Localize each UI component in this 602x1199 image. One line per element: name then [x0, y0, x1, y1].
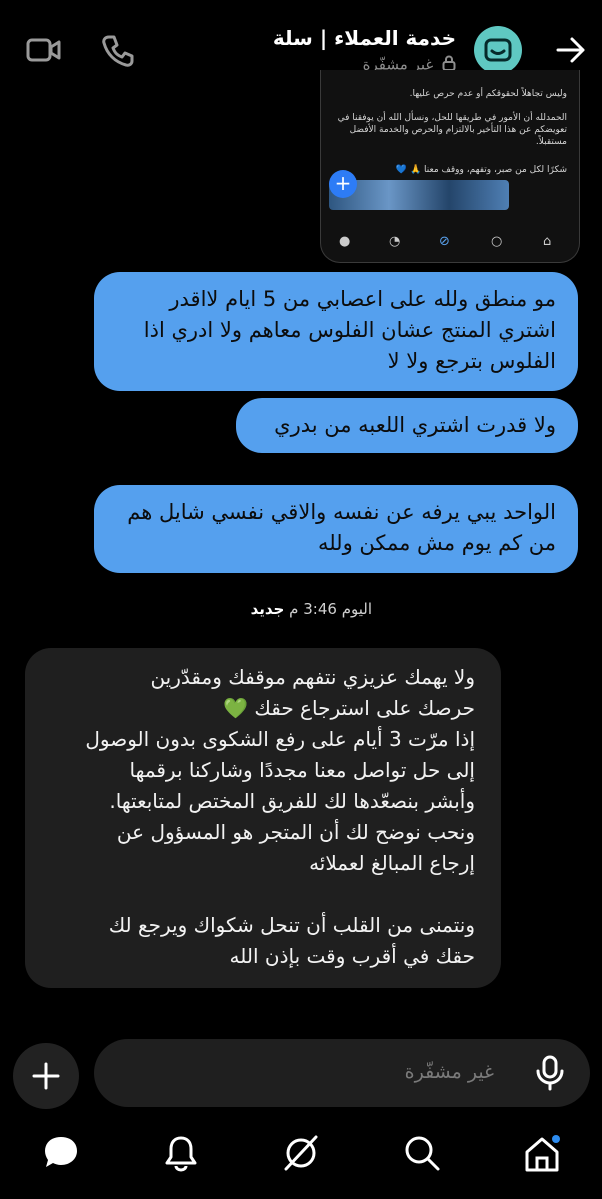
microphone-icon[interactable] — [534, 1055, 566, 1095]
timestamp-day: اليوم — [341, 600, 372, 618]
screenshot-line-1: وليس تجاهلاً لحقوقكم أو عدم حرص عليها. — [409, 89, 567, 99]
video-icon[interactable] — [26, 36, 62, 68]
search-icon[interactable] — [403, 1134, 441, 1176]
message-bubble-in[interactable]: ولا يهمك عزيزي نتفهم موقفك ومقدّرين حرصك… — [25, 648, 501, 988]
screenshot-home-icon: ⌂ — [543, 234, 552, 249]
timestamp-divider: اليوم 3:46 م جديد — [251, 600, 372, 618]
message-bubble-out[interactable]: ولا قدرت اشتري اللعبه من بدري — [236, 398, 578, 453]
home-icon[interactable] — [522, 1134, 564, 1178]
new-label: جديد — [250, 600, 285, 618]
screenshot-grok-icon: ⊘ — [439, 234, 450, 249]
screenshot-search-icon: ○ — [491, 234, 503, 249]
timestamp-time: 3:46 م — [289, 600, 337, 618]
grok-icon[interactable] — [281, 1134, 321, 1176]
chat-title: خدمة العملاء | سلة — [272, 26, 456, 50]
message-bubble-out[interactable]: الواحد يبي يرفه عن نفسه والاقي نفسي شايل… — [94, 485, 578, 573]
screenshot-chat-icon: ● — [339, 234, 351, 249]
chat-icon[interactable] — [42, 1134, 80, 1176]
header: خدمة العملاء | سلة غير مشفّرة — [0, 0, 602, 80]
phone-icon[interactable] — [101, 34, 135, 72]
screenshot-bell-icon: ◔ — [389, 234, 401, 249]
message-bubble-out[interactable]: مو منطق ولله على اعصابي من 5 ايام لااقدر… — [94, 272, 578, 391]
attached-screenshot[interactable]: وليس تجاهلاً لحقوقكم أو عدم حرص عليها. ا… — [320, 70, 580, 263]
message-placeholder: غير مشفّرة — [404, 1061, 494, 1083]
screenshot-para-3: شكرًا لكل من صبر، وتفهم، ووقف معنا 🙏 💙 — [395, 165, 567, 175]
forward-arrow-icon[interactable] — [555, 36, 587, 68]
screenshot-nav: ● ◔ ⊘ ○ ⌂ — [321, 222, 579, 262]
screenshot-compose-icon: + — [329, 170, 357, 198]
message-input[interactable]: غير مشفّرة — [94, 1039, 590, 1107]
avatar[interactable] — [474, 26, 522, 74]
screenshot-para-2: الحمدلله أن الأمور في طريقها للحل، ونسأل… — [337, 113, 567, 147]
attach-button[interactable] — [13, 1043, 79, 1109]
bell-icon[interactable] — [163, 1134, 199, 1176]
